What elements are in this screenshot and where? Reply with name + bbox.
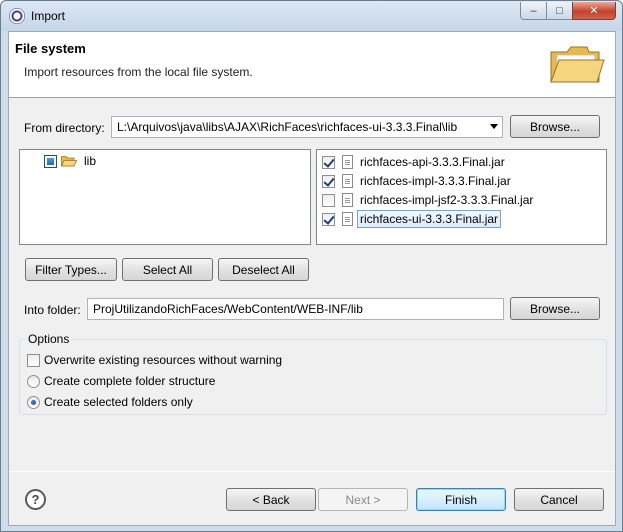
file-label: richfaces-api-3.3.3.Final.jar: [360, 155, 505, 169]
overwrite-label: Overwrite existing resources without war…: [44, 353, 283, 367]
select-all-button[interactable]: Select All: [122, 258, 213, 281]
create-complete-structure-option[interactable]: Create complete folder structure: [27, 373, 215, 389]
file-label: richfaces-impl-3.3.3.Final.jar: [360, 174, 511, 188]
eclipse-icon: [9, 8, 25, 24]
jar-file-icon: [342, 174, 353, 188]
next-button[interactable]: Next >: [318, 488, 408, 511]
file-checkbox[interactable]: [322, 212, 335, 226]
overwrite-option[interactable]: Overwrite existing resources without war…: [27, 352, 282, 368]
tree-item-label: lib: [84, 154, 97, 168]
chevron-down-icon[interactable]: [490, 124, 498, 129]
tree-item-lib[interactable]: lib: [44, 153, 99, 169]
create-complete-structure-label: Create complete folder structure: [44, 374, 216, 388]
overwrite-checkbox[interactable]: [27, 353, 40, 367]
into-folder-browse-button[interactable]: Browse...: [510, 297, 600, 320]
tree-checkbox-lib[interactable]: [44, 154, 57, 168]
close-button[interactable]: ✕: [572, 2, 616, 20]
into-folder-input[interactable]: ProjUtilizandoRichFaces/WebContent/WEB-I…: [87, 298, 504, 320]
file-checkbox[interactable]: [322, 193, 335, 207]
jar-file-icon: [342, 155, 353, 169]
file-list[interactable]: richfaces-api-3.3.3.Final.jar richfaces-…: [316, 149, 607, 245]
minimize-button[interactable]: –: [520, 2, 546, 20]
maximize-button[interactable]: □: [546, 2, 572, 20]
folder-open-icon: [61, 156, 77, 167]
file-checkbox[interactable]: [322, 174, 335, 188]
jar-file-icon: [342, 193, 353, 207]
help-icon[interactable]: ?: [25, 489, 46, 510]
jar-file-icon: [342, 212, 353, 226]
deselect-all-button[interactable]: Deselect All: [218, 258, 309, 281]
from-directory-combo[interactable]: L:\Arquivos\java\libs\AJAX\RichFaces\ric…: [111, 116, 503, 138]
into-folder-label: Into folder:: [24, 303, 81, 317]
file-row-richfaces-impl[interactable]: richfaces-impl-3.3.3.Final.jar: [322, 172, 514, 190]
file-row-richfaces-impl-jsf2[interactable]: richfaces-impl-jsf2-3.3.3.Final.jar: [322, 191, 536, 209]
from-directory-value: L:\Arquivos\java\libs\AJAX\RichFaces\ric…: [117, 120, 458, 134]
cancel-button[interactable]: Cancel: [514, 488, 604, 511]
page-description: Import resources from the local file sys…: [24, 65, 253, 79]
file-row-richfaces-api[interactable]: richfaces-api-3.3.3.Final.jar: [322, 153, 508, 171]
create-complete-structure-radio[interactable]: [27, 374, 40, 388]
window-controls: – □ ✕: [520, 2, 616, 20]
folder-tree[interactable]: lib: [19, 149, 311, 245]
from-directory-browse-button[interactable]: Browse...: [510, 115, 600, 138]
create-selected-folders-option[interactable]: Create selected folders only: [27, 394, 193, 410]
file-label: richfaces-ui-3.3.3.Final.jar: [357, 210, 502, 228]
options-legend: Options: [26, 332, 72, 346]
finish-button[interactable]: Finish: [416, 488, 506, 511]
filter-types-button[interactable]: Filter Types...: [25, 258, 117, 281]
dialog-body: File system Import resources from the lo…: [8, 31, 616, 526]
create-selected-folders-radio[interactable]: [27, 395, 40, 409]
wizard-header: File system Import resources from the lo…: [9, 32, 615, 98]
import-dialog: Import – □ ✕ File system Import resource…: [0, 0, 623, 532]
window-title: Import: [31, 9, 66, 23]
folder-icon: [550, 46, 605, 83]
title-bar[interactable]: Import – □ ✕: [1, 1, 622, 31]
footer-separator: [9, 471, 615, 472]
page-title: File system: [15, 41, 86, 56]
from-directory-label: From directory:: [24, 121, 105, 135]
back-button[interactable]: < Back: [226, 488, 316, 511]
create-selected-folders-label: Create selected folders only: [44, 395, 193, 409]
file-checkbox[interactable]: [322, 155, 335, 169]
file-row-richfaces-ui[interactable]: richfaces-ui-3.3.3.Final.jar: [322, 210, 502, 228]
file-label: richfaces-impl-jsf2-3.3.3.Final.jar: [360, 193, 534, 207]
